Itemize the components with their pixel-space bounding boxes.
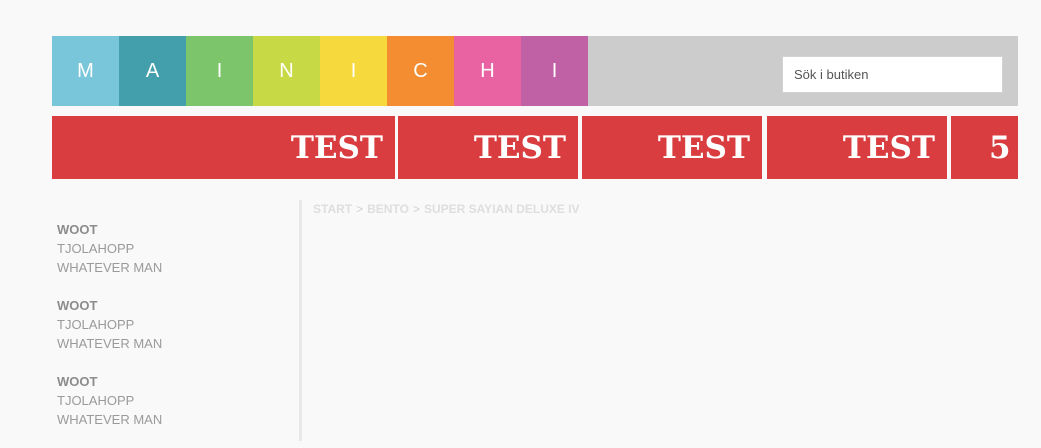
sidebar-link[interactable]: TJOLAHOPP — [57, 315, 297, 334]
sidebar-link[interactable]: WHATEVER MAN — [57, 334, 297, 353]
logo-letter-i: I — [186, 36, 253, 106]
main-nav: TEST TEST TEST TEST 5 — [52, 116, 1018, 179]
sidebar-heading[interactable]: WOOT — [57, 372, 297, 391]
logo-letter-i: I — [320, 36, 387, 106]
sidebar-link[interactable]: TJOLAHOPP — [57, 239, 297, 258]
header-bar: M A I N I C H I — [52, 36, 1018, 106]
sidebar-group: WOOT TJOLAHOPP WHATEVER MAN — [57, 296, 297, 353]
logo-letter-i: I — [521, 36, 588, 106]
logo-letter-a: A — [119, 36, 186, 106]
breadcrumb-bento[interactable]: BENTO — [367, 202, 409, 216]
nav-item-test-1[interactable]: TEST — [52, 116, 395, 179]
sidebar-heading[interactable]: WOOT — [57, 220, 297, 239]
nav-item-test-4[interactable]: TEST — [767, 116, 947, 179]
breadcrumb-start[interactable]: START — [313, 202, 352, 216]
nav-item-5[interactable]: 5 — [951, 116, 1018, 179]
breadcrumb: START > BENTO > SUPER SAYIAN DELUXE IV — [313, 202, 580, 216]
sidebar-link[interactable]: TJOLAHOPP — [57, 391, 297, 410]
logo-letter-n: N — [253, 36, 320, 106]
logo-letter-h: H — [454, 36, 521, 106]
breadcrumb-separator: > — [356, 202, 364, 216]
sidebar-heading[interactable]: WOOT — [57, 296, 297, 315]
nav-item-test-3[interactable]: TEST — [582, 116, 762, 179]
sidebar-group: WOOT TJOLAHOPP WHATEVER MAN — [57, 372, 297, 429]
sidebar: WOOT TJOLAHOPP WHATEVER MAN WOOT TJOLAHO… — [57, 220, 297, 448]
nav-item-test-2[interactable]: TEST — [398, 116, 578, 179]
sidebar-divider — [299, 200, 302, 441]
breadcrumb-separator: > — [412, 202, 420, 216]
breadcrumb-current-product: SUPER SAYIAN DELUXE IV — [423, 202, 580, 216]
search-input[interactable] — [782, 56, 1003, 93]
logo-letter-c: C — [387, 36, 454, 106]
sidebar-link[interactable]: WHATEVER MAN — [57, 410, 297, 429]
sidebar-group: WOOT TJOLAHOPP WHATEVER MAN — [57, 220, 297, 277]
sidebar-link[interactable]: WHATEVER MAN — [57, 258, 297, 277]
logo-letter-m: M — [52, 36, 119, 106]
